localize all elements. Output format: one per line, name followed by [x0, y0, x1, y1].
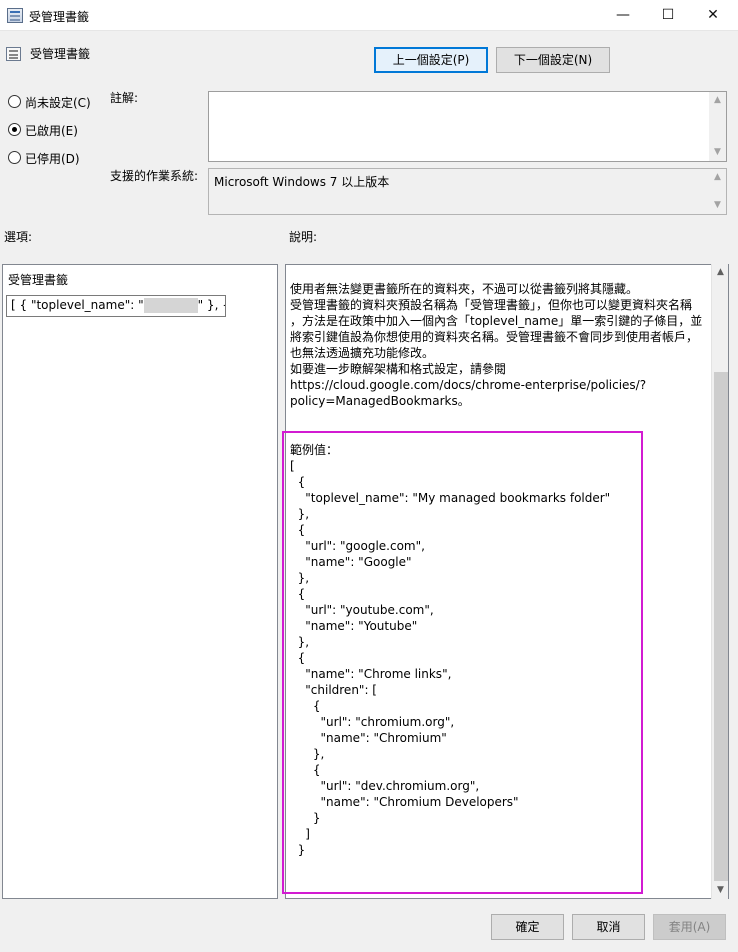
- help-line: 使用者無法變更書籤所在的資料夾，不過可以從書籤列將其隱藏。: [290, 282, 639, 296]
- scroll-up-icon[interactable]: ▲: [709, 169, 726, 186]
- help-line: 將索引鍵值設為你想使用的資料夾名稱。受管理書籤不會同步到使用者帳戶，: [290, 330, 699, 344]
- scroll-down-icon[interactable]: ▼: [712, 882, 729, 899]
- help-link-line: https://cloud.google.com/docs/chrome-ent…: [290, 378, 647, 392]
- scroll-up-icon[interactable]: ▲: [709, 92, 726, 109]
- options-label: 選項:: [4, 230, 33, 244]
- scroll-up-icon[interactable]: ▲: [712, 264, 729, 281]
- managed-bookmarks-input[interactable]: [ { "toplevel_name": " " }, {: [6, 295, 226, 317]
- previous-setting-button[interactable]: 上一個設定(P): [374, 47, 488, 73]
- supported-os-scrollbar[interactable]: ▲ ▼: [709, 169, 726, 214]
- example-line: }: [290, 811, 321, 825]
- radio-label: 已啟用(E): [25, 124, 78, 138]
- radio-not-configured[interactable]: 尚未設定(C): [8, 93, 103, 110]
- example-value-text: 範例值： [ { "toplevel_name": "My managed bo…: [290, 442, 610, 858]
- policy-app-icon: [7, 8, 23, 23]
- help-line: 也無法透過擴充功能修改。: [290, 346, 435, 360]
- example-line: {: [290, 475, 306, 489]
- scroll-down-icon[interactable]: ▼: [709, 197, 726, 214]
- ok-button[interactable]: 確定: [491, 914, 564, 940]
- example-line: },: [290, 635, 310, 649]
- next-setting-button[interactable]: 下一個設定(N): [496, 47, 610, 73]
- help-label: 說明:: [289, 230, 318, 244]
- comment-scrollbar[interactable]: ▲ ▼: [709, 92, 726, 161]
- maximize-button[interactable]: ☐: [645, 0, 691, 31]
- title-bar[interactable]: 受管理書籤 — ☐ ✕: [0, 0, 738, 31]
- comment-value: [209, 92, 726, 98]
- example-line: 範例值：: [290, 443, 339, 457]
- example-line: "url": "google.com",: [290, 539, 425, 553]
- supported-os-box: Microsoft Windows 7 以上版本 ▲ ▼: [208, 168, 727, 215]
- apply-button[interactable]: 套用(A): [653, 914, 726, 940]
- radio-disabled[interactable]: 已停用(D): [8, 149, 103, 166]
- radio-label: 尚未設定(C): [25, 96, 91, 110]
- radio-enabled[interactable]: 已啟用(E): [8, 121, 103, 138]
- example-line: {: [290, 587, 306, 601]
- example-line: "name": "Chromium": [290, 731, 447, 745]
- example-line: },: [290, 747, 325, 761]
- comment-textarea[interactable]: ▲ ▼: [208, 91, 727, 162]
- scroll-down-icon[interactable]: ▼: [709, 144, 726, 161]
- help-link-line: policy=ManagedBookmarks。: [290, 394, 470, 408]
- input-value-end: " }, {: [197, 298, 225, 312]
- example-line: "children": [: [290, 683, 377, 697]
- cancel-button[interactable]: 取消: [572, 914, 645, 940]
- example-line: "name": "Chromium Developers": [290, 795, 519, 809]
- example-line: ]: [290, 827, 310, 841]
- example-line: },: [290, 507, 310, 521]
- radio-label: 已停用(D): [25, 152, 80, 166]
- window-title: 受管理書籤: [29, 10, 90, 24]
- help-description: 使用者無法變更書籤所在的資料夾，不過可以從書籤列將其隱藏。 受管理書籤的資料夾預…: [290, 281, 704, 409]
- comment-label: 註解:: [110, 91, 139, 105]
- example-line: "toplevel_name": "My managed bookmarks f…: [290, 491, 611, 505]
- help-line: 如要進一步瞭解架構和格式設定，請參閱: [290, 362, 507, 376]
- supported-os-value: Microsoft Windows 7 以上版本: [214, 175, 390, 189]
- supported-os-label: 支援的作業系統:: [110, 169, 199, 183]
- policy-name: 受管理書籤: [30, 47, 91, 61]
- example-line: },: [290, 571, 310, 585]
- help-line: ，方法是在政策中加入一個內含「toplevel_name」單一索引鍵的子條目，並: [290, 314, 703, 328]
- radio-circle[interactable]: [8, 95, 21, 108]
- help-line: 受管理書籤的資料夾預設名稱為「受管理書籤」，但你也可以變更資料夾名稱: [290, 298, 693, 312]
- scrollbar-thumb[interactable]: [714, 372, 728, 881]
- example-line: "url": "dev.chromium.org",: [290, 779, 480, 793]
- example-line: {: [290, 651, 306, 665]
- help-scrollbar[interactable]: ▲ ▼: [711, 264, 728, 899]
- redacted-value: [143, 298, 198, 313]
- example-line: "name": "Google": [290, 555, 412, 569]
- example-line: "url": "youtube.com",: [290, 603, 434, 617]
- example-line: }: [290, 843, 306, 857]
- example-line: "name": "Chrome links",: [290, 667, 452, 681]
- example-line: [: [290, 459, 295, 473]
- minimize-button[interactable]: —: [600, 0, 646, 31]
- policy-setting-icon: [6, 47, 21, 61]
- radio-circle-selected[interactable]: [8, 123, 21, 136]
- options-panel: [2, 264, 278, 899]
- example-line: {: [290, 699, 321, 713]
- example-line: "name": "Youtube": [290, 619, 418, 633]
- radio-circle[interactable]: [8, 151, 21, 164]
- options-field-label: 受管理書籤: [8, 273, 69, 287]
- example-line: {: [290, 523, 306, 537]
- example-line: "url": "chromium.org",: [290, 715, 455, 729]
- example-line: {: [290, 763, 321, 777]
- input-value-start: [ { "toplevel_name": ": [11, 298, 144, 312]
- close-button[interactable]: ✕: [690, 0, 736, 31]
